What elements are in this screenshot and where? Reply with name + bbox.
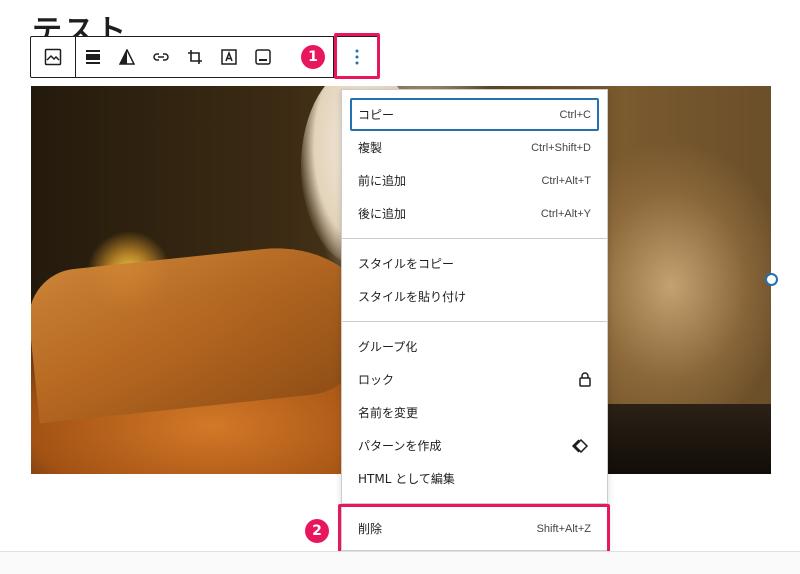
duotone-icon[interactable]: [110, 37, 144, 77]
menu-item-edit-as-html[interactable]: HTML として編集: [350, 462, 599, 495]
caption-icon[interactable]: [246, 37, 280, 77]
menu-item-copy[interactable]: コピー Ctrl+C: [350, 98, 599, 131]
menu-section-edit: コピー Ctrl+C 複製 Ctrl+Shift+D 前に追加 Ctrl+Alt…: [342, 90, 607, 238]
menu-item-label: コピー: [358, 108, 395, 122]
menu-item-insert-before[interactable]: 前に追加 Ctrl+Alt+T: [350, 164, 599, 197]
menu-item-label: スタイルを貼り付け: [358, 290, 467, 304]
menu-item-label: HTML として編集: [358, 472, 455, 486]
link-icon[interactable]: [144, 37, 178, 77]
menu-item-label: 後に追加: [358, 207, 407, 221]
menu-item-shortcut: Ctrl+Alt+Y: [540, 207, 591, 220]
align-icon[interactable]: [76, 37, 110, 77]
pattern-icon: [571, 438, 591, 453]
menu-item-label: 名前を変更: [358, 406, 419, 420]
image-arm-region: [31, 238, 378, 424]
menu-item-lock[interactable]: ロック: [350, 363, 599, 396]
menu-item-shortcut: Ctrl+Shift+D: [531, 141, 591, 154]
menu-item-label: パターンを作成: [358, 439, 442, 453]
menu-item-copy-styles[interactable]: スタイルをコピー: [350, 247, 599, 280]
menu-item-rename[interactable]: 名前を変更: [350, 396, 599, 429]
menu-item-shortcut: Ctrl+C: [559, 108, 591, 121]
crop-icon[interactable]: [178, 37, 212, 77]
text-over-image-icon[interactable]: [212, 37, 246, 77]
annotation-badge-1: 1: [301, 45, 325, 69]
editor-footer: [0, 551, 800, 574]
resize-handle[interactable]: [765, 273, 778, 286]
menu-item-create-pattern[interactable]: パターンを作成: [350, 429, 599, 462]
menu-item-insert-after[interactable]: 後に追加 Ctrl+Alt+Y: [350, 197, 599, 230]
menu-item-group[interactable]: グループ化: [350, 330, 599, 363]
block-toolbar: [30, 36, 380, 78]
toolbar-group-type: [31, 37, 75, 77]
menu-item-label: 前に追加: [358, 174, 407, 188]
annotation-box-2: [338, 504, 610, 556]
menu-item-duplicate[interactable]: 複製 Ctrl+Shift+D: [350, 131, 599, 164]
toolbar-group-tools: [75, 37, 280, 77]
menu-section-styles: スタイルをコピー スタイルを貼り付け: [342, 238, 607, 321]
menu-item-shortcut: Ctrl+Alt+T: [541, 174, 591, 187]
annotation-box-1: [334, 33, 380, 79]
lock-icon: [579, 372, 591, 387]
block-options-menu: コピー Ctrl+C 複製 Ctrl+Shift+D 前に追加 Ctrl+Alt…: [341, 89, 608, 551]
menu-item-label: グループ化: [358, 340, 418, 354]
image-block-icon[interactable]: [31, 37, 75, 77]
menu-item-label: スタイルをコピー: [358, 257, 455, 271]
menu-item-label: 複製: [358, 141, 383, 155]
annotation-badge-2: 2: [305, 519, 329, 543]
menu-section-block: グループ化 ロック 名前を変更 パターンを作成 HTML として編集: [342, 321, 607, 503]
menu-item-paste-styles[interactable]: スタイルを貼り付け: [350, 280, 599, 313]
menu-item-label: ロック: [358, 373, 395, 387]
